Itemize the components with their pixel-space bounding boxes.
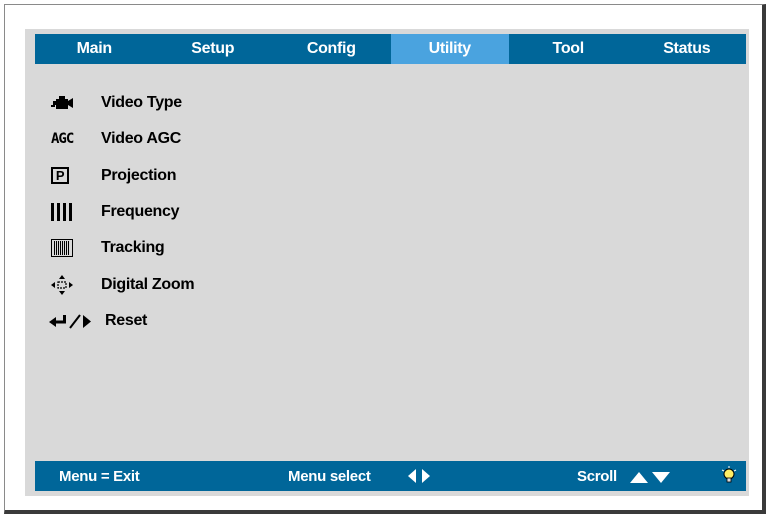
scroll-hint: Scroll [577, 468, 617, 485]
menu-item-digital-zoom[interactable]: Digital Zoom [47, 266, 195, 302]
tab-config[interactable]: Config [272, 34, 391, 64]
agc-icon: AGC [47, 128, 91, 150]
menu-item-label: Tracking [101, 239, 165, 257]
agc-icon-text: AGC [51, 131, 74, 148]
tab-setup[interactable]: Setup [154, 34, 273, 64]
osd-window: Main Setup Config Utility Tool Status Vi… [4, 4, 766, 514]
digital-zoom-icon [47, 274, 91, 296]
status-bar: Menu = Exit Menu select Scroll [35, 461, 746, 491]
tab-bar: Main Setup Config Utility Tool Status [35, 34, 746, 64]
menu-item-label: Video AGC [101, 130, 181, 148]
menu-item-reset[interactable]: Reset [47, 303, 194, 339]
frequency-icon [47, 201, 91, 223]
menu-item-label: Digital Zoom [101, 275, 195, 293]
reset-icon [47, 310, 105, 332]
menu-item-label: Reset [105, 311, 148, 329]
menu-item-tracking[interactable]: Tracking [47, 230, 194, 266]
menu-item-label: Projection [101, 166, 177, 184]
tab-utility[interactable]: Utility [390, 34, 509, 64]
tab-status[interactable]: Status [628, 34, 747, 64]
osd-panel: Main Setup Config Utility Tool Status Vi… [25, 29, 749, 496]
left-right-arrows-icon [408, 469, 430, 487]
tracking-icon [47, 237, 91, 259]
projection-icon-box: P [51, 167, 69, 185]
tab-main[interactable]: Main [35, 34, 154, 64]
menu-exit-hint: Menu = Exit [59, 468, 140, 485]
utility-menu: Video Type AGC Video AGC P Projection Fr… [47, 85, 195, 339]
menu-item-video-type[interactable]: Video Type [47, 85, 194, 121]
menu-item-projection[interactable]: P Projection [47, 158, 194, 194]
menu-item-label: Frequency [101, 203, 180, 221]
menu-item-video-agc[interactable]: AGC Video AGC [47, 121, 194, 157]
video-type-icon [47, 92, 91, 114]
menu-item-label: Video Type [101, 94, 182, 112]
projection-icon: P [47, 165, 91, 187]
up-down-arrows-icon [630, 470, 670, 487]
menu-select-hint: Menu select [288, 468, 371, 485]
tab-tool[interactable]: Tool [509, 34, 628, 64]
lightbulb-icon [721, 466, 737, 490]
menu-item-frequency[interactable]: Frequency [47, 194, 194, 230]
